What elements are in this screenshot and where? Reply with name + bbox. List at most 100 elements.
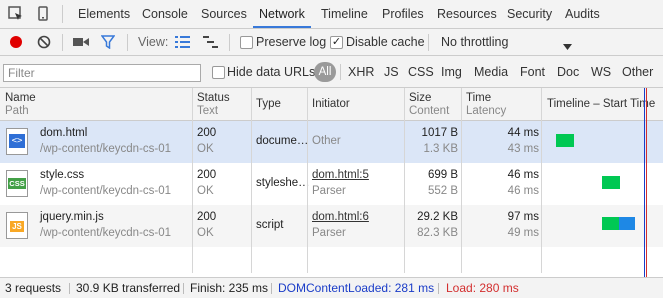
chevron-down-icon[interactable] <box>563 39 572 53</box>
column-header-content[interactable]: Content <box>409 105 449 118</box>
status-divider <box>69 283 70 294</box>
network-toolbar: View: Preserve log ✓ Disable cache No th… <box>0 29 663 56</box>
request-status-text: OK <box>197 227 214 239</box>
js-file-icon: JS <box>6 212 28 239</box>
request-status: 200 <box>197 127 217 139</box>
filter-type-js[interactable]: JS <box>384 65 399 79</box>
devtools-tabs-bar: Elements Console Sources Network Timelin… <box>0 0 663 29</box>
filter-type-xhr[interactable]: XHR <box>348 65 374 79</box>
tab-network[interactable]: Network <box>253 0 311 28</box>
tab-profiles[interactable]: Profiles <box>382 0 424 28</box>
dom-content-loaded-time: DOMContentLoaded: 281 ms <box>278 281 435 295</box>
hide-data-urls-checkbox[interactable] <box>212 66 225 79</box>
request-time: 97 ms <box>507 211 539 223</box>
request-latency: 46 ms <box>507 185 539 197</box>
disable-cache-checkbox[interactable]: ✓ <box>330 36 343 49</box>
view-label: View: <box>138 35 169 49</box>
tab-console[interactable]: Console <box>142 0 188 28</box>
preserve-log-checkbox[interactable] <box>240 36 253 49</box>
filter-type-img[interactable]: Img <box>441 65 462 79</box>
table-row[interactable]: CSS style.css /wp-content/keycdn-cs-01 2… <box>0 163 663 205</box>
request-initiator: Other <box>312 135 341 147</box>
column-divider[interactable] <box>251 88 252 273</box>
request-initiator-link[interactable]: dom.html:5 <box>312 169 369 182</box>
load-time: Load: 280 ms <box>446 281 519 295</box>
column-header-time[interactable]: Time <box>466 92 491 105</box>
column-header-name[interactable]: Name <box>5 92 36 105</box>
status-divider <box>438 283 439 294</box>
request-type: styleshe… <box>256 177 310 189</box>
request-name: style.css <box>40 169 85 181</box>
request-path: /wp-content/keycdn-cs-01 <box>40 227 172 239</box>
column-divider[interactable] <box>541 88 542 273</box>
filter-type-font[interactable]: Font <box>520 65 545 79</box>
request-status: 200 <box>197 169 217 181</box>
column-header-initiator[interactable]: Initiator <box>312 98 350 111</box>
large-rows-icon[interactable] <box>175 36 190 51</box>
request-initiator-link[interactable]: dom.html:6 <box>312 211 369 224</box>
filter-type-other[interactable]: Other <box>622 65 653 79</box>
timeline-download-bar <box>619 217 635 230</box>
column-divider[interactable] <box>192 88 193 273</box>
filter-type-all[interactable]: All <box>314 62 336 82</box>
request-time: 46 ms <box>507 169 539 181</box>
column-divider[interactable] <box>307 88 308 273</box>
tab-timeline[interactable]: Timeline <box>321 0 368 28</box>
request-initiator-detail: Parser <box>312 185 346 197</box>
timeline-waiting-bar <box>602 176 620 189</box>
request-type: docume… <box>256 135 309 147</box>
request-count: 3 requests <box>5 281 62 295</box>
request-latency: 49 ms <box>507 227 539 239</box>
tab-resources[interactable]: Resources <box>437 0 497 28</box>
request-latency: 43 ms <box>507 143 539 155</box>
status-divider <box>183 283 184 294</box>
request-name: jquery.min.js <box>40 211 104 223</box>
tab-security[interactable]: Security <box>507 0 552 28</box>
record-icon[interactable] <box>9 35 23 52</box>
column-header-size[interactable]: Size <box>409 92 431 105</box>
device-mode-icon[interactable] <box>35 5 53 23</box>
toolbar-divider <box>428 34 429 51</box>
status-divider <box>271 283 272 294</box>
tab-audits[interactable]: Audits <box>565 0 600 28</box>
video-camera-icon[interactable] <box>73 36 89 51</box>
css-file-icon: CSS <box>6 170 28 197</box>
column-header-path[interactable]: Path <box>5 105 29 118</box>
finish-time: Finish: 235 ms <box>190 281 269 295</box>
request-path: /wp-content/keycdn-cs-01 <box>40 143 172 155</box>
filter-icon[interactable] <box>100 35 116 52</box>
toolbar-divider <box>340 64 341 80</box>
filter-input[interactable] <box>3 64 201 82</box>
timeline-waiting-bar <box>602 217 619 230</box>
column-divider[interactable] <box>404 88 405 273</box>
timeline-waiting-bar <box>556 134 574 147</box>
request-status-text: OK <box>197 143 214 155</box>
column-header-timeline[interactable]: Timeline – Start Time <box>547 98 655 111</box>
transferred-size: 30.9 KB transferred <box>76 281 181 295</box>
column-header-status[interactable]: Status <box>197 92 230 105</box>
throttling-select[interactable]: No throttling <box>441 35 508 49</box>
column-header-latency[interactable]: Latency <box>466 105 506 118</box>
clear-icon[interactable] <box>37 35 51 52</box>
overview-waterfall-icon[interactable] <box>203 36 218 51</box>
network-status-bar: 3 requests 30.9 KB transferred Finish: 2… <box>0 277 663 298</box>
filter-type-css[interactable]: CSS <box>408 65 434 79</box>
filter-type-ws[interactable]: WS <box>591 65 611 79</box>
filter-type-media[interactable]: Media <box>474 65 508 79</box>
column-header-type[interactable]: Type <box>256 98 281 111</box>
table-row[interactable]: <> dom.html /wp-content/keycdn-cs-01 200… <box>0 121 663 163</box>
disable-cache-label: Disable cache <box>346 35 425 49</box>
filter-type-doc[interactable]: Doc <box>557 65 579 79</box>
toolbar-divider <box>127 34 128 51</box>
table-row[interactable]: JS jquery.min.js /wp-content/keycdn-cs-0… <box>0 205 663 247</box>
request-status: 200 <box>197 211 217 223</box>
tab-elements[interactable]: Elements <box>78 0 130 28</box>
column-header-status-text[interactable]: Text <box>197 105 218 118</box>
request-content-size: 82.3 KB <box>417 227 458 239</box>
tab-sources[interactable]: Sources <box>201 0 247 28</box>
request-status-text: OK <box>197 185 214 197</box>
request-path: /wp-content/keycdn-cs-01 <box>40 185 172 197</box>
column-divider[interactable] <box>461 88 462 273</box>
inspect-element-icon[interactable] <box>7 5 25 23</box>
toolbar-divider <box>62 5 63 23</box>
